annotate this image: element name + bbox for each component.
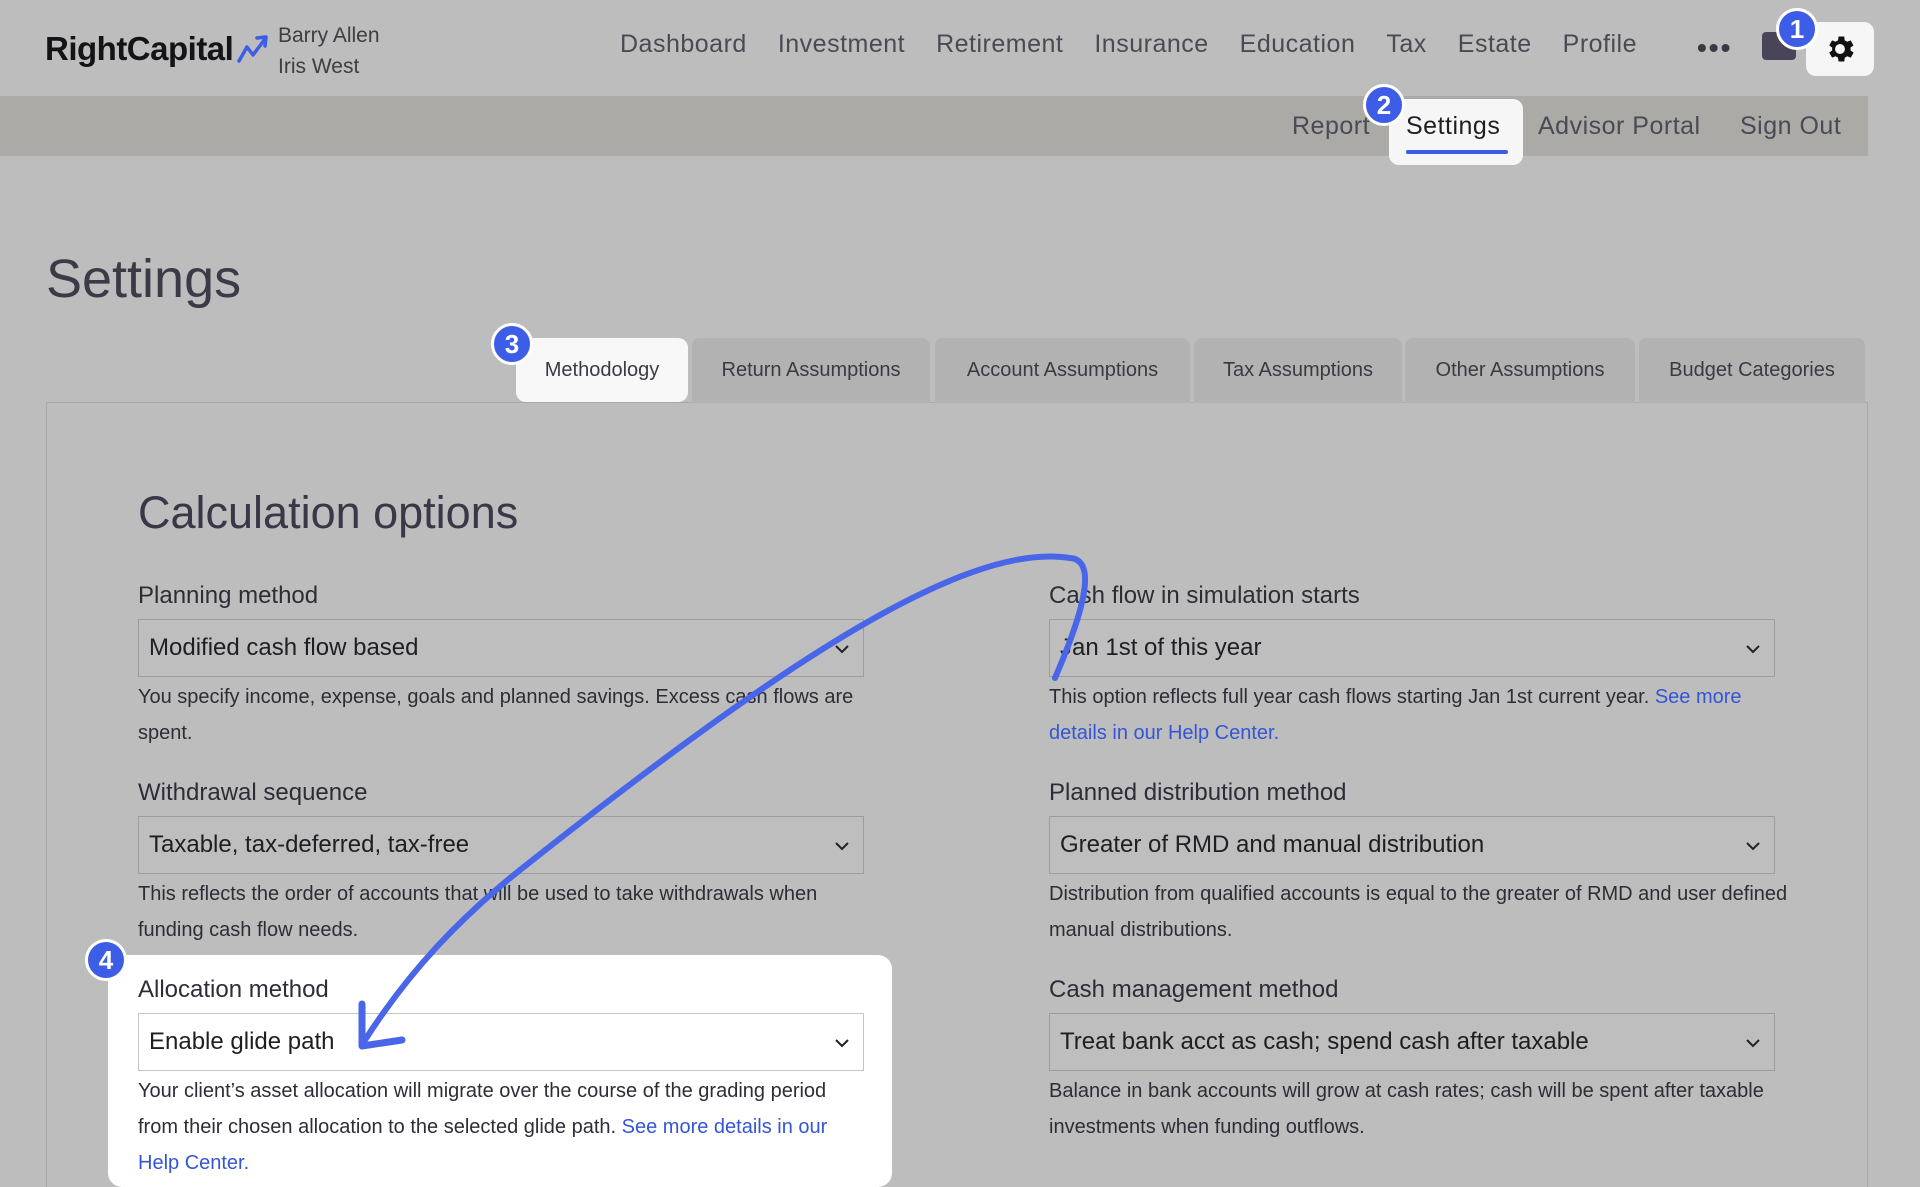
tab-account-assumptions[interactable]: Account Assumptions xyxy=(935,338,1190,403)
planning-method-label: Planning method xyxy=(138,582,319,609)
planned-distribution-label: Planned distribution method xyxy=(1049,779,1347,806)
chevron-down-icon xyxy=(835,842,849,851)
chevron-down-icon xyxy=(1746,842,1760,851)
nav-profile[interactable]: Profile xyxy=(1563,30,1637,59)
subnav-report[interactable]: Report xyxy=(1292,112,1370,141)
tab-budget-categories[interactable]: Budget Categories xyxy=(1639,338,1865,403)
brand-logo[interactable]: RightCapital xyxy=(45,30,271,68)
subnav-settings[interactable]: Settings xyxy=(1406,112,1500,141)
chevron-down-icon xyxy=(1746,645,1760,654)
subnav-advisor-portal[interactable]: Advisor Portal xyxy=(1538,112,1701,141)
brand-name: RightCapital xyxy=(45,30,234,67)
subnav-sign-out[interactable]: Sign Out xyxy=(1740,112,1841,141)
cash-flow-start-help: This option reflects full year cash flow… xyxy=(1049,679,1789,751)
planned-distribution-select[interactable]: Greater of RMD and manual distribution xyxy=(1049,816,1775,874)
client-name: Iris West xyxy=(278,55,360,78)
step-badge-4: 4 xyxy=(85,939,127,981)
planned-distribution-value: Greater of RMD and manual distribution xyxy=(1060,831,1485,858)
chevron-down-icon xyxy=(1746,1039,1760,1048)
tab-tax-assumptions[interactable]: Tax Assumptions xyxy=(1194,338,1402,403)
nav-insurance[interactable]: Insurance xyxy=(1094,30,1208,59)
nav-investment[interactable]: Investment xyxy=(778,30,905,59)
allocation-method-help: Your client’s asset allocation will migr… xyxy=(138,1073,858,1181)
active-underline xyxy=(1406,150,1508,154)
withdrawal-sequence-value: Taxable, tax-deferred, tax-free xyxy=(149,831,470,858)
planning-method-help: You specify income, expense, goals and p… xyxy=(138,686,854,744)
planning-method-select[interactable]: Modified cash flow based xyxy=(138,619,864,677)
tab-methodology[interactable]: Methodology xyxy=(516,338,688,402)
chevron-down-icon xyxy=(835,1039,849,1048)
cash-flow-start-label: Cash flow in simulation starts xyxy=(1049,582,1360,609)
client-name: Barry Allen xyxy=(278,24,380,47)
nav-education[interactable]: Education xyxy=(1240,30,1356,59)
cash-flow-start-help-text: This option reflects full year cash flow… xyxy=(1049,686,1650,708)
withdrawal-sequence-help: This reflects the order of accounts that… xyxy=(138,883,818,941)
withdrawal-sequence-select[interactable]: Taxable, tax-deferred, tax-free xyxy=(138,816,864,874)
step-badge-3: 3 xyxy=(491,323,533,365)
cash-flow-start-value: Jan 1st of this year xyxy=(1060,634,1262,661)
nav-tax[interactable]: Tax xyxy=(1386,30,1426,59)
cash-management-help: Balance in bank accounts will grow at ca… xyxy=(1049,1080,1764,1138)
chevron-down-icon xyxy=(835,645,849,654)
tab-return-assumptions[interactable]: Return Assumptions xyxy=(692,338,930,403)
gear-icon xyxy=(1829,36,1854,62)
planned-distribution-help: Distribution from qualified accounts is … xyxy=(1049,883,1788,941)
logo-arrow-icon xyxy=(237,35,269,63)
main-nav: Dashboard Investment Retirement Insuranc… xyxy=(620,30,1668,59)
withdrawal-sequence-label: Withdrawal sequence xyxy=(138,779,368,806)
nav-estate[interactable]: Estate xyxy=(1458,30,1532,59)
more-menu-icon[interactable]: ••• xyxy=(1697,32,1732,64)
nav-retirement[interactable]: Retirement xyxy=(936,30,1063,59)
allocation-method-label: Allocation method xyxy=(138,976,329,1003)
client-names: Barry Allen Iris West xyxy=(278,20,380,82)
step-badge-1: 1 xyxy=(1776,8,1818,50)
cash-management-value: Treat bank acct as cash; spend cash afte… xyxy=(1060,1028,1589,1055)
allocation-method-select[interactable]: Enable glide path xyxy=(138,1013,864,1071)
section-title: Calculation options xyxy=(138,487,519,538)
cash-management-select[interactable]: Treat bank acct as cash; spend cash afte… xyxy=(1049,1013,1775,1071)
nav-dashboard[interactable]: Dashboard xyxy=(620,30,747,59)
planning-method-value: Modified cash flow based xyxy=(149,634,419,661)
allocation-method-value: Enable glide path xyxy=(149,1028,335,1055)
step-badge-2: 2 xyxy=(1363,84,1405,126)
cash-management-label: Cash management method xyxy=(1049,976,1339,1003)
page-title: Settings xyxy=(46,249,242,309)
cash-flow-start-select[interactable]: Jan 1st of this year xyxy=(1049,619,1775,677)
tab-other-assumptions[interactable]: Other Assumptions xyxy=(1405,338,1635,403)
